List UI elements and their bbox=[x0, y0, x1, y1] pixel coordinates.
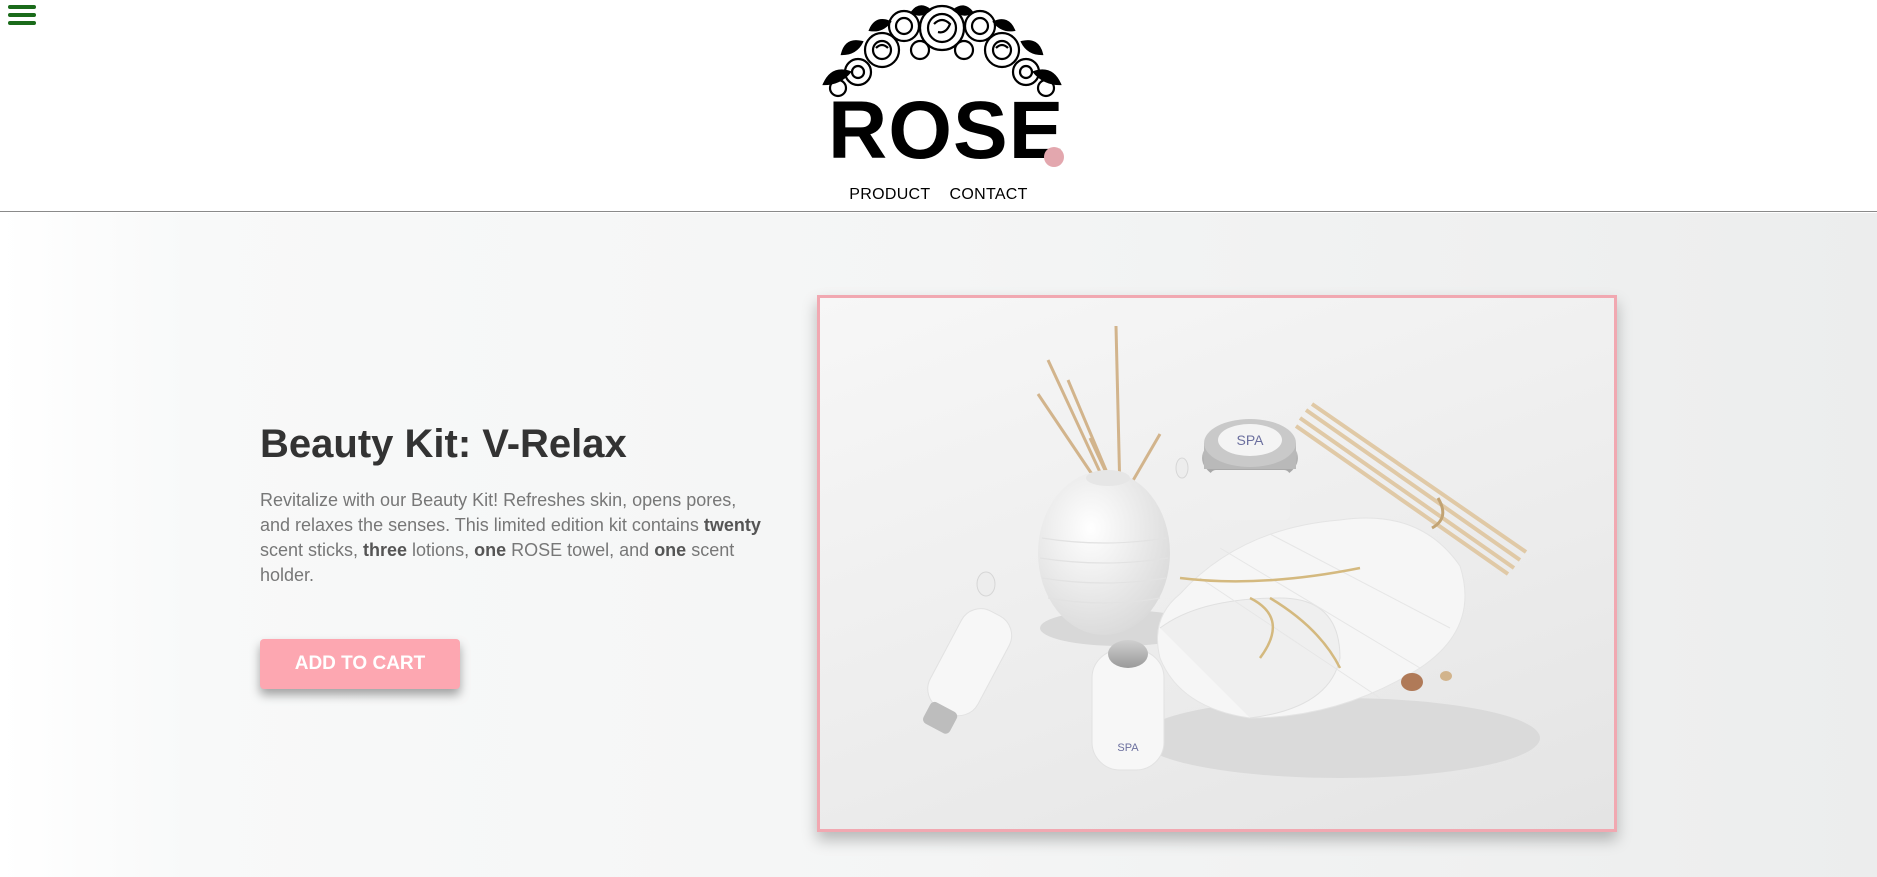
logo-dot bbox=[1044, 147, 1064, 167]
spa-kit-illustration: SPA SPA bbox=[923, 325, 1540, 778]
product-image: SPA SPA bbox=[817, 295, 1617, 832]
jar-label: SPA bbox=[1237, 432, 1265, 448]
desc-item-sticks: scent sticks, bbox=[260, 540, 364, 560]
desc-count-towel: one bbox=[474, 540, 507, 560]
hamburger-menu-icon[interactable] bbox=[8, 5, 36, 29]
desc-intro: Revitalize with our Beauty Kit! Refreshe… bbox=[260, 490, 737, 535]
product-title: Beauty Kit: V-Relax bbox=[260, 422, 627, 466]
site-header: ROSE PRODUCT CONTACT bbox=[0, 0, 1877, 212]
desc-item-towel: ROSE towel, and bbox=[506, 540, 655, 560]
main-nav: PRODUCT CONTACT bbox=[0, 186, 1877, 204]
nav-contact-link[interactable]: CONTACT bbox=[949, 186, 1027, 204]
nav-product-link[interactable]: PRODUCT bbox=[849, 186, 930, 204]
logo-wordmark: ROSE bbox=[828, 85, 1065, 176]
bottle-label: SPA bbox=[1117, 742, 1139, 754]
desc-count-holder: one bbox=[654, 540, 687, 560]
desc-item-lotions: lotions, bbox=[407, 540, 475, 560]
desc-count-lotions: three bbox=[363, 540, 408, 560]
add-to-cart-button[interactable]: ADD TO CART bbox=[260, 639, 460, 689]
product-hero: Beauty Kit: V-Relax Revitalize with our … bbox=[0, 213, 1877, 877]
desc-count-sticks: twenty bbox=[703, 515, 761, 535]
rose-logo[interactable]: ROSE bbox=[812, 2, 1072, 176]
product-description: Revitalize with our Beauty Kit! Refreshe… bbox=[260, 488, 770, 588]
